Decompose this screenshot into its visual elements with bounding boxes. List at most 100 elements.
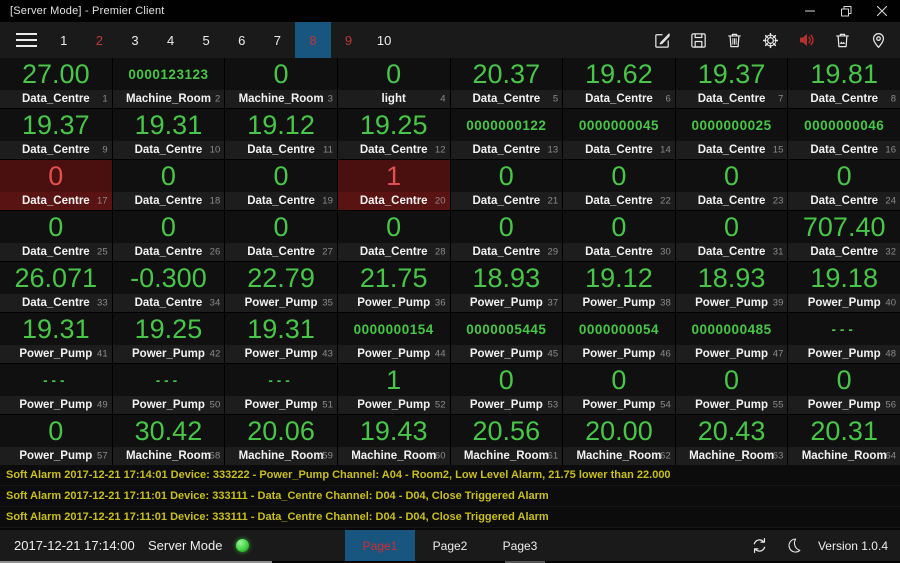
- grid-cell-7[interactable]: 19.37 Data_Centre 7: [675, 58, 788, 108]
- grid-cell-61[interactable]: 20.56 Machine_Room 61: [450, 415, 563, 465]
- page-tab-Page2[interactable]: Page2: [415, 530, 485, 561]
- grid-cell-22[interactable]: 0 Data_Centre 22: [563, 160, 675, 210]
- close-button[interactable]: [864, 0, 900, 22]
- grid-cell-35[interactable]: 22.79 Power_Pump 35: [225, 262, 337, 312]
- grid-cell-25[interactable]: 0 Data_Centre 25: [0, 211, 112, 261]
- save-button[interactable]: [680, 22, 716, 58]
- grid-cell-50[interactable]: --- Power_Pump 50: [112, 364, 225, 414]
- grid-cell-24[interactable]: 0 Data_Centre 24: [788, 160, 900, 210]
- tab-2[interactable]: 2: [82, 22, 118, 58]
- grid-cell-53[interactable]: 0 Power_Pump 53: [450, 364, 563, 414]
- tab-1[interactable]: 1: [46, 22, 82, 58]
- grid-cell-51[interactable]: --- Power_Pump 51: [225, 364, 337, 414]
- cell-strip: Data_Centre 12: [337, 141, 450, 159]
- grid-cell-33[interactable]: 26.071 Data_Centre 33: [0, 262, 112, 312]
- grid-cell-17[interactable]: 0 Data_Centre 17: [0, 160, 112, 210]
- grid-cell-6[interactable]: 19.62 Data_Centre 6: [563, 58, 675, 108]
- grid-cell-8[interactable]: 19.81 Data_Centre 8: [788, 58, 900, 108]
- grid-cell-14[interactable]: 0000000045 Data_Centre 14: [563, 109, 675, 159]
- cell-value: 0: [724, 364, 740, 395]
- location-button[interactable]: [860, 22, 896, 58]
- grid-cell-59[interactable]: 20.06 Machine_Room 59: [225, 415, 337, 465]
- tab-7[interactable]: 7: [260, 22, 296, 58]
- page-tab-Page3[interactable]: Page3: [485, 530, 555, 561]
- grid-cell-42[interactable]: 19.25 Power_Pump 42: [112, 313, 225, 363]
- grid-cell-37[interactable]: 18.93 Power_Pump 37: [450, 262, 563, 312]
- grid-cell-39[interactable]: 18.93 Power_Pump 39: [675, 262, 788, 312]
- tab-8[interactable]: 8: [295, 22, 331, 58]
- tab-4[interactable]: 4: [153, 22, 189, 58]
- grid-cell-48[interactable]: --- Power_Pump 48: [788, 313, 900, 363]
- grid-cell-9[interactable]: 19.37 Data_Centre 9: [0, 109, 112, 159]
- restore-button[interactable]: [828, 0, 864, 22]
- grid-cell-47[interactable]: 0000000485 Power_Pump 47: [675, 313, 788, 363]
- grid-cell-26[interactable]: 0 Data_Centre 26: [112, 211, 225, 261]
- cell-value: -0.300: [130, 262, 207, 293]
- grid-cell-15[interactable]: 0000000025 Data_Centre 15: [675, 109, 788, 159]
- sync-button[interactable]: [750, 536, 769, 555]
- grid-cell-29[interactable]: 0 Data_Centre 29: [450, 211, 563, 261]
- grid-cell-1[interactable]: 27.00 Data_Centre 1: [0, 58, 112, 108]
- grid-cell-13[interactable]: 0000000122 Data_Centre 13: [450, 109, 563, 159]
- settings-button[interactable]: [752, 22, 788, 58]
- tab-10[interactable]: 10: [366, 22, 402, 58]
- grid-cell-10[interactable]: 19.31 Data_Centre 10: [112, 109, 225, 159]
- menu-button[interactable]: [0, 22, 46, 58]
- delete-button[interactable]: [716, 22, 752, 58]
- grid-cell-18[interactable]: 0 Data_Centre 18: [112, 160, 225, 210]
- grid-cell-38[interactable]: 19.12 Power_Pump 38: [563, 262, 675, 312]
- grid-cell-45[interactable]: 0000005445 Power_Pump 45: [450, 313, 563, 363]
- cell-label: Power_Pump: [695, 297, 768, 309]
- grid-cell-27[interactable]: 0 Data_Centre 27: [225, 211, 337, 261]
- grid-cell-36[interactable]: 21.75 Power_Pump 36: [337, 262, 450, 312]
- grid-cell-11[interactable]: 19.12 Data_Centre 11: [225, 109, 337, 159]
- grid-cell-34[interactable]: -0.300 Data_Centre 34: [112, 262, 225, 312]
- cell-value: 0: [273, 211, 289, 242]
- grid-cell-3[interactable]: 0 Machine_Room 3: [225, 58, 337, 108]
- grid-cell-60[interactable]: 19.43 Machine_Room 60: [337, 415, 450, 465]
- grid-cell-58[interactable]: 30.42 Machine_Room 58: [112, 415, 225, 465]
- alarm-entry[interactable]: Soft Alarm 2017-12-21 17:11:01 Device: 3…: [0, 507, 900, 528]
- grid-cell-32[interactable]: 707.40 Data_Centre 32: [788, 211, 900, 261]
- grid-cell-56[interactable]: 0 Power_Pump 56: [788, 364, 900, 414]
- grid-cell-23[interactable]: 0 Data_Centre 23: [675, 160, 788, 210]
- grid-cell-4[interactable]: 0 light 4: [337, 58, 450, 108]
- tab-3[interactable]: 3: [117, 22, 153, 58]
- page-tab-Page1[interactable]: Page1: [345, 530, 415, 561]
- grid-cell-64[interactable]: 20.31 Machine_Room 64: [788, 415, 900, 465]
- grid-cell-2[interactable]: 0000123123 Machine_Room 2: [112, 58, 225, 108]
- grid-cell-63[interactable]: 20.43 Machine_Room 63: [675, 415, 788, 465]
- cell-label: Data_Centre: [697, 195, 766, 207]
- grid-cell-57[interactable]: 0 Power_Pump 57: [0, 415, 112, 465]
- tab-6[interactable]: 6: [224, 22, 260, 58]
- grid-cell-19[interactable]: 0 Data_Centre 19: [225, 160, 337, 210]
- alarm-entry[interactable]: Soft Alarm 2017-12-21 17:14:01 Device: 3…: [0, 465, 900, 486]
- grid-cell-16[interactable]: 0000000046 Data_Centre 16: [788, 109, 900, 159]
- clear-screen-button[interactable]: [824, 22, 860, 58]
- grid-cell-41[interactable]: 19.31 Power_Pump 41: [0, 313, 112, 363]
- grid-cell-55[interactable]: 0 Power_Pump 55: [675, 364, 788, 414]
- grid-cell-5[interactable]: 20.37 Data_Centre 5: [450, 58, 563, 108]
- night-mode-button[interactable]: [785, 537, 802, 554]
- grid-cell-28[interactable]: 0 Data_Centre 28: [337, 211, 450, 261]
- cell-strip: Machine_Room 3: [225, 90, 337, 108]
- tab-5[interactable]: 5: [188, 22, 224, 58]
- grid-cell-49[interactable]: --- Power_Pump 49: [0, 364, 112, 414]
- grid-cell-12[interactable]: 19.25 Data_Centre 12: [337, 109, 450, 159]
- grid-cell-46[interactable]: 0000000054 Power_Pump 46: [563, 313, 675, 363]
- grid-cell-54[interactable]: 0 Power_Pump 54: [563, 364, 675, 414]
- grid-cell-43[interactable]: 19.31 Power_Pump 43: [225, 313, 337, 363]
- grid-cell-44[interactable]: 0000000154 Power_Pump 44: [337, 313, 450, 363]
- grid-cell-30[interactable]: 0 Data_Centre 30: [563, 211, 675, 261]
- grid-cell-21[interactable]: 0 Data_Centre 21: [450, 160, 563, 210]
- sound-button[interactable]: [788, 22, 824, 58]
- grid-cell-52[interactable]: 1 Power_Pump 52: [337, 364, 450, 414]
- grid-cell-62[interactable]: 20.00 Machine_Room 62: [563, 415, 675, 465]
- edit-button[interactable]: [644, 22, 680, 58]
- minimize-button[interactable]: [792, 0, 828, 22]
- alarm-entry[interactable]: Soft Alarm 2017-12-21 17:11:01 Device: 3…: [0, 486, 900, 507]
- grid-cell-40[interactable]: 19.18 Power_Pump 40: [788, 262, 900, 312]
- tab-9[interactable]: 9: [331, 22, 367, 58]
- grid-cell-31[interactable]: 0 Data_Centre 31: [675, 211, 788, 261]
- grid-cell-20[interactable]: 1 Data_Centre 20: [337, 160, 450, 210]
